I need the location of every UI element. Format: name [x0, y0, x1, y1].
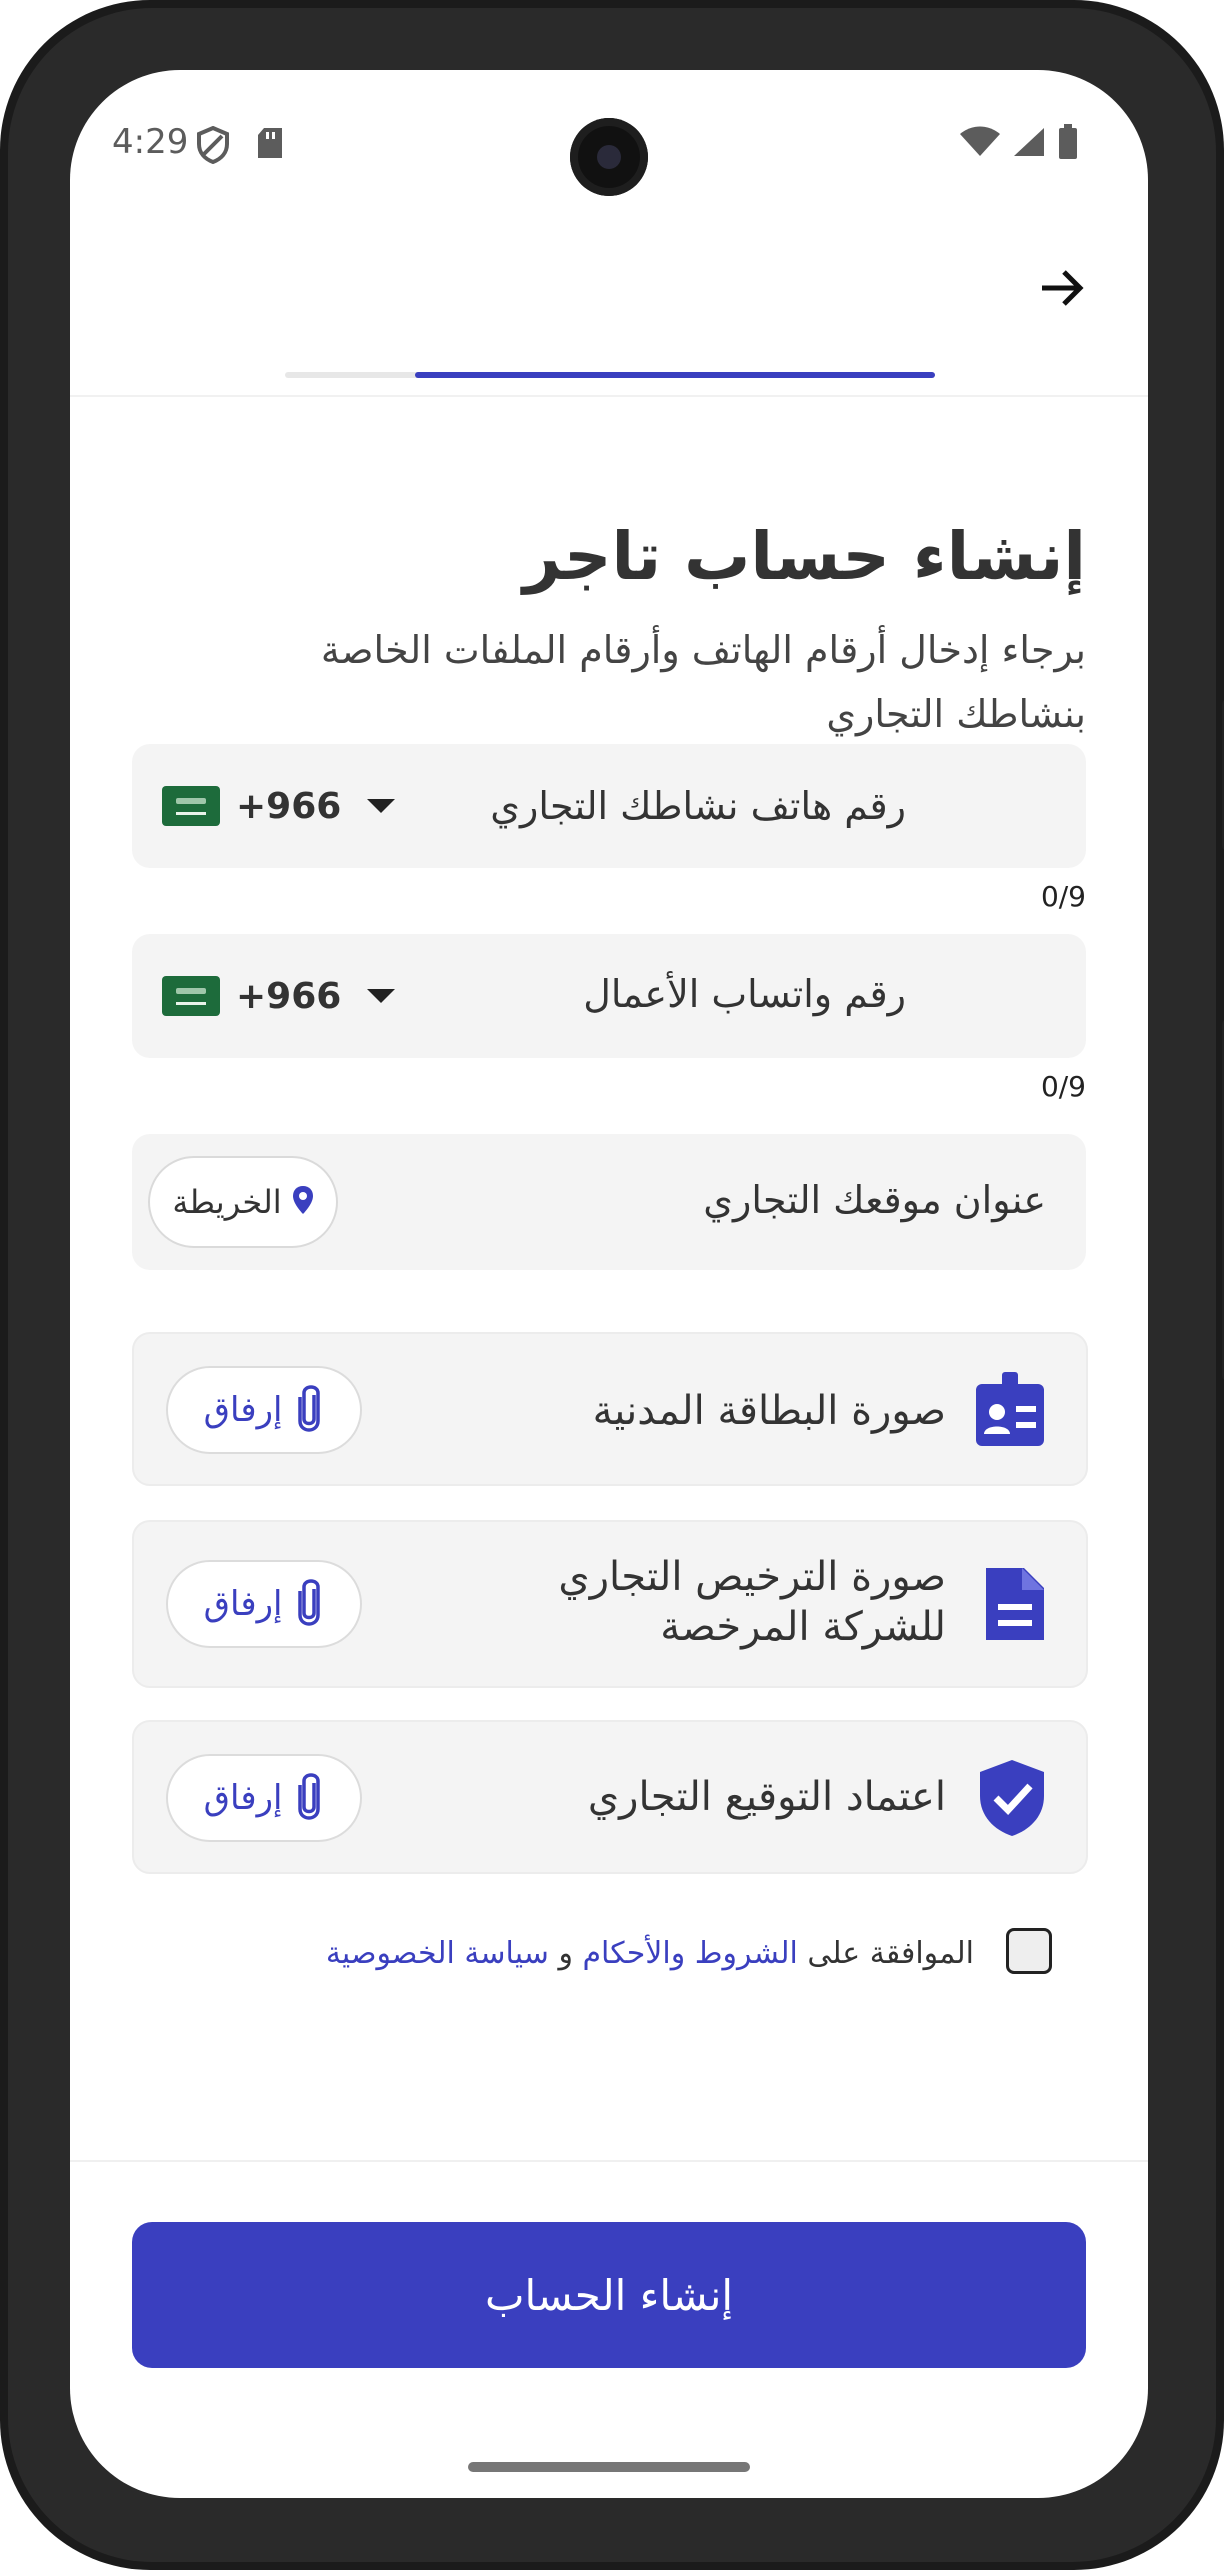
status-bar: 4:29 [70, 70, 1148, 220]
business-phone-counter: 0/9 [1040, 880, 1086, 913]
country-code-selector[interactable]: +966 [162, 934, 396, 1058]
terms-prefix: الموافقة على [807, 1936, 974, 1971]
doc-card-license: صورة الترخيص التجاري للشركة المرخصة إرفا… [132, 1520, 1088, 1688]
create-account-button[interactable]: إنشاء الحساب [132, 2222, 1086, 2368]
saudi-flag-icon [162, 976, 220, 1016]
phone-frame: 4:29 إنشاء حساب تاجر برجاء إدخال أرقام ا… [0, 0, 1224, 2570]
attach-button-label: إرفاق [203, 1584, 283, 1624]
paperclip-icon [294, 1383, 324, 1437]
page-title: إنشاء حساب تاجر [522, 518, 1086, 595]
document-icon [984, 1566, 1046, 1646]
whatsapp-field[interactable]: رقم واتساب الأعمال +966 [132, 934, 1086, 1058]
dropdown-caret-icon [367, 799, 396, 813]
shield-icon [196, 125, 230, 168]
doc-card-civil-id: صورة البطاقة المدنية إرفاق [132, 1332, 1088, 1486]
doc-label: صورة البطاقة المدنية [592, 1388, 946, 1434]
wifi-icon [960, 126, 1000, 162]
progress-bar [285, 372, 935, 378]
terms-link[interactable]: الشروط والأحكام [582, 1936, 797, 1971]
map-button[interactable]: الخريطة [148, 1156, 338, 1248]
dropdown-caret-icon [367, 989, 396, 1003]
map-button-label: الخريطة [172, 1183, 282, 1221]
terms-text: الموافقة على الشروط والأحكام و سياسة الخ… [326, 1936, 974, 1971]
page-subtitle: برجاء إدخال أرقام الهاتف وأرقام الملفات … [320, 628, 1086, 736]
doc-label: صورة الترخيص التجاري للشركة المرخصة [558, 1554, 946, 1650]
business-phone-field[interactable]: رقم هاتف نشاطك التجاري +966 [132, 744, 1086, 868]
location-label: عنوان موقعك التجاري [703, 1178, 1046, 1222]
location-field[interactable]: عنوان موقعك التجاري الخريطة [132, 1134, 1086, 1270]
home-indicator [468, 2462, 750, 2472]
paperclip-icon [294, 1577, 324, 1631]
dial-code: +966 [236, 785, 342, 827]
dial-code: +966 [236, 975, 342, 1017]
location-pin-icon [292, 1185, 314, 1219]
terms-and: و [558, 1936, 573, 1971]
doc-card-signature: اعتماد التوقيع التجاري إرفاق [132, 1720, 1088, 1874]
paperclip-icon [294, 1771, 324, 1825]
battery-icon [1058, 124, 1078, 164]
sd-card-icon [256, 126, 284, 164]
terms-checkbox[interactable] [1006, 1928, 1052, 1974]
attach-button-label: إرفاق [203, 1390, 283, 1430]
front-camera [570, 118, 648, 196]
verified-shield-icon [978, 1758, 1046, 1842]
privacy-link[interactable]: سياسة الخصوصية [326, 1936, 549, 1971]
status-icons [960, 124, 1078, 164]
status-time: 4:29 [112, 122, 189, 162]
bottom-divider [70, 2160, 1148, 2162]
signal-icon [1012, 126, 1046, 162]
attach-button[interactable]: إرفاق [166, 1366, 362, 1454]
back-arrow-icon[interactable] [1032, 258, 1092, 318]
saudi-flag-icon [162, 786, 220, 826]
country-code-selector[interactable]: +966 [162, 744, 396, 868]
whatsapp-label: رقم واتساب الأعمال [583, 972, 906, 1016]
business-phone-label: رقم هاتف نشاطك التجاري [490, 784, 906, 828]
progress-fill [415, 372, 935, 378]
screen: 4:29 إنشاء حساب تاجر برجاء إدخال أرقام ا… [70, 70, 1148, 2498]
attach-button[interactable]: إرفاق [166, 1560, 362, 1648]
id-card-icon [974, 1372, 1046, 1452]
whatsapp-counter: 0/9 [1040, 1070, 1086, 1103]
attach-button[interactable]: إرفاق [166, 1754, 362, 1842]
header-divider [70, 395, 1148, 397]
attach-button-label: إرفاق [203, 1778, 283, 1818]
doc-label: اعتماد التوقيع التجاري [587, 1774, 946, 1820]
